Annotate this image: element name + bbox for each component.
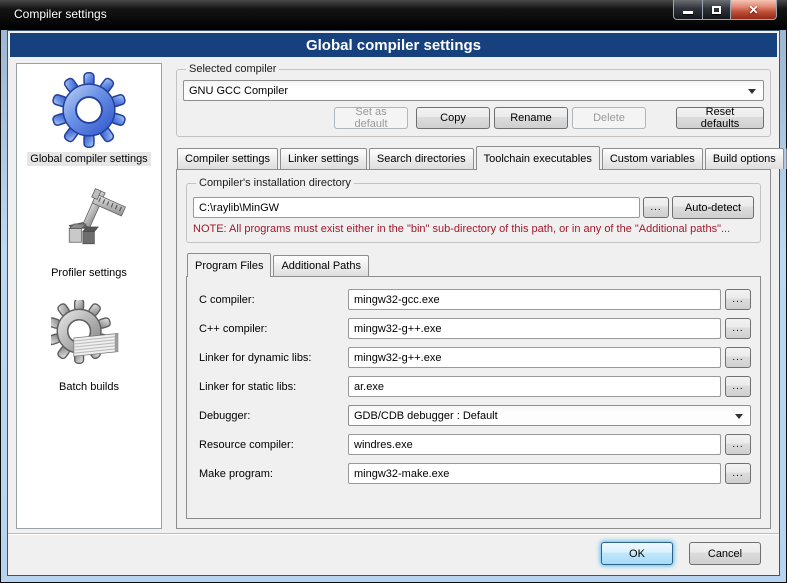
rename-button[interactable]: Rename	[494, 107, 568, 129]
program-files-page: C compiler: ... C++ compiler: ... Linker…	[186, 276, 761, 519]
sidebar-item-label: Profiler settings	[48, 266, 130, 280]
selected-compiler-group: Selected compiler GNU GCC Compiler Set a…	[176, 63, 771, 137]
tab-toolchain-executables[interactable]: Toolchain executables	[476, 146, 600, 170]
dynamic-linker-label: Linker for dynamic libs:	[196, 352, 344, 364]
dialog-footer: OK Cancel	[8, 533, 779, 575]
close-icon: ✕	[748, 3, 758, 17]
resource-compiler-browse-button[interactable]: ...	[725, 434, 751, 455]
main-tab-bar: Compiler settings Linker settings Search…	[176, 146, 771, 169]
sidebar-item-profiler-settings[interactable]: Profiler settings	[17, 184, 161, 294]
dynamic-linker-browse-button[interactable]: ...	[725, 347, 751, 368]
installation-directory-input[interactable]	[193, 197, 640, 218]
static-linker-label: Linker for static libs:	[196, 381, 344, 393]
compiler-select[interactable]: GNU GCC Compiler	[183, 80, 764, 101]
tab-compiler-settings[interactable]: Compiler settings	[177, 148, 278, 169]
window-controls: ✕	[673, 0, 777, 20]
c-compiler-input[interactable]	[348, 289, 721, 310]
cpp-compiler-browse-button[interactable]: ...	[725, 318, 751, 339]
tab-custom-variables[interactable]: Custom variables	[602, 148, 703, 169]
window-title: Compiler settings	[14, 7, 107, 21]
toolchain-executables-page: Compiler's installation directory ... Au…	[176, 169, 771, 529]
chevron-down-icon	[748, 89, 756, 94]
compiler-settings-dialog: Compiler settings ✕ Global compiler sett…	[0, 0, 787, 583]
cpp-compiler-input[interactable]	[348, 318, 721, 339]
cpp-compiler-label: C++ compiler:	[196, 323, 344, 335]
auto-detect-button[interactable]: Auto-detect	[672, 196, 754, 219]
gray-gear-paper-icon	[51, 300, 127, 376]
installation-directory-label: Compiler's installation directory	[196, 177, 354, 189]
maximize-button[interactable]	[703, 0, 731, 20]
programs-tab-bar: Program Files Additional Paths	[186, 253, 761, 276]
static-linker-input[interactable]	[348, 376, 721, 397]
make-program-browse-button[interactable]: ...	[725, 463, 751, 484]
c-compiler-label: C compiler:	[196, 294, 344, 306]
sidebar-item-global-compiler-settings[interactable]: Global compiler settings	[17, 70, 161, 180]
browse-directory-button[interactable]: ...	[643, 197, 669, 218]
cancel-button[interactable]: Cancel	[689, 542, 761, 565]
resource-compiler-label: Resource compiler:	[196, 439, 344, 451]
copy-button[interactable]: Copy	[416, 107, 490, 129]
minimize-icon	[683, 11, 693, 14]
selected-compiler-group-label: Selected compiler	[186, 63, 279, 75]
debugger-label: Debugger:	[196, 410, 344, 422]
resource-compiler-input[interactable]	[348, 434, 721, 455]
bin-subdirectory-note: NOTE: All programs must exist either in …	[193, 223, 754, 235]
set-as-default-button[interactable]: Set as default	[334, 107, 408, 129]
sidebar-item-label: Global compiler settings	[27, 152, 150, 166]
compiler-select-value: GNU GCC Compiler	[189, 85, 288, 97]
window-frame: Global compiler settings	[1, 30, 786, 582]
c-compiler-browse-button[interactable]: ...	[725, 289, 751, 310]
caliper-icon	[51, 186, 127, 262]
debugger-select[interactable]: GDB/CDB debugger : Default	[348, 405, 751, 426]
title-bar[interactable]: Compiler settings ✕	[0, 0, 787, 30]
blue-gear-icon	[51, 72, 127, 148]
tab-additional-paths[interactable]: Additional Paths	[273, 255, 369, 276]
tab-program-files[interactable]: Program Files	[187, 253, 271, 277]
make-program-input[interactable]	[348, 463, 721, 484]
close-button[interactable]: ✕	[731, 0, 777, 20]
page-title: Global compiler settings	[10, 33, 777, 57]
make-program-label: Make program:	[196, 468, 344, 480]
dynamic-linker-input[interactable]	[348, 347, 721, 368]
sidebar-item-label: Batch builds	[56, 380, 122, 394]
static-linker-browse-button[interactable]: ...	[725, 376, 751, 397]
installation-directory-group: Compiler's installation directory ... Au…	[186, 177, 761, 243]
minimize-button[interactable]	[673, 0, 703, 20]
ok-button[interactable]: OK	[601, 542, 673, 565]
tab-linker-settings[interactable]: Linker settings	[280, 148, 367, 169]
reset-defaults-button[interactable]: Reset defaults	[676, 107, 764, 129]
debugger-select-value: GDB/CDB debugger : Default	[354, 410, 498, 422]
tab-search-directories[interactable]: Search directories	[369, 148, 474, 169]
delete-button[interactable]: Delete	[572, 107, 646, 129]
maximize-icon	[712, 6, 721, 14]
dialog-content: Global compiler settings	[7, 30, 780, 576]
chevron-down-icon	[735, 414, 743, 419]
settings-category-list: Global compiler settings	[16, 63, 162, 529]
sidebar-item-batch-builds[interactable]: Batch builds	[17, 298, 161, 408]
tab-build-options[interactable]: Build options	[705, 148, 784, 169]
